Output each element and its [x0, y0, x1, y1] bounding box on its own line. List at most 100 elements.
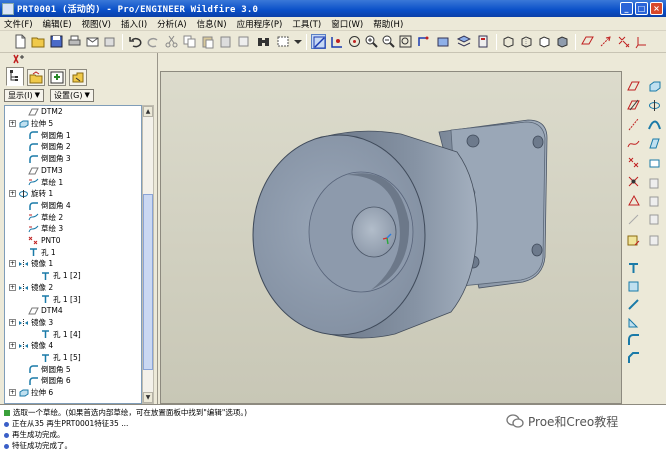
menu-edit[interactable]: 编辑(E) — [43, 18, 72, 30]
no-hidden-icon[interactable] — [537, 34, 552, 49]
send-icon[interactable] — [102, 34, 117, 49]
minimize-button[interactable]: _ — [620, 2, 633, 15]
find-icon[interactable] — [256, 34, 271, 49]
menu-window[interactable]: 窗口(W) — [331, 18, 363, 30]
menu-analysis[interactable]: 分析(A) — [157, 18, 186, 30]
dropdown-arrow-icon[interactable] — [291, 34, 306, 49]
save-icon[interactable] — [49, 34, 64, 49]
model-tree[interactable]: DTM2 + 拉伸 5 倒圆角 1 倒圆角 2 倒圆角 3 DTM3 草绘 1 + 旋转 1 倒圆角… — [4, 105, 142, 404]
expand-toggle-icon[interactable]: + — [9, 318, 16, 326]
menu-view[interactable]: 视图(V) — [82, 18, 111, 30]
expand-toggle-icon[interactable]: + — [9, 189, 16, 197]
tree-item[interactable]: 倒圆角 3 — [5, 153, 141, 165]
scroll-down-icon[interactable]: ▼ — [143, 392, 153, 403]
print-icon[interactable] — [67, 34, 82, 49]
rib-tool-icon[interactable] — [626, 297, 641, 312]
tree-item[interactable]: 孔 1 [3] — [5, 293, 141, 305]
tree-item[interactable]: + 拉伸 5 — [5, 118, 141, 130]
email-icon[interactable] — [85, 34, 100, 49]
expand-toggle-icon[interactable]: + — [9, 388, 16, 396]
tree-item[interactable]: 倒圆角 5 — [5, 363, 141, 375]
settings-menu-button[interactable]: 设置(G) ▼ — [50, 89, 94, 102]
coordinate-systems-icon[interactable] — [634, 34, 649, 49]
tree-item[interactable]: 孔 1 [2] — [5, 270, 141, 282]
curve-icon[interactable] — [626, 136, 641, 151]
tree-item[interactable]: 倒圆角 4 — [5, 200, 141, 212]
tab-model-tree-icon[interactable] — [6, 67, 24, 86]
hole-tool-icon[interactable] — [626, 261, 641, 276]
zoom-out-icon[interactable] — [381, 34, 396, 49]
copy-icon[interactable] — [182, 34, 197, 49]
round-tool-icon[interactable] — [626, 333, 641, 348]
tree-item[interactable]: + 拉伸 6 — [5, 387, 141, 399]
zoom-in-icon[interactable] — [364, 34, 379, 49]
sweep-tool-icon[interactable] — [647, 117, 662, 132]
view-manager-icon[interactable] — [476, 34, 491, 49]
datum-plane-tool-icon[interactable] — [626, 79, 641, 94]
scroll-up-icon[interactable]: ▲ — [143, 106, 153, 117]
tree-scrollbar[interactable]: ▲ ▼ — [142, 105, 154, 404]
draft-tool-icon[interactable] — [626, 315, 641, 330]
trim-tool-icon[interactable] — [647, 194, 662, 209]
maximize-button[interactable]: □ — [635, 2, 648, 15]
tree-item[interactable]: 孔 1 [4] — [5, 328, 141, 340]
tree-item[interactable]: 草绘 3 — [5, 223, 141, 235]
menu-file[interactable]: 文件(F) — [4, 18, 33, 30]
revolve-tool-icon[interactable] — [647, 98, 662, 113]
datum-points-icon[interactable] — [616, 34, 631, 49]
tree-item[interactable]: + 镜像 2 — [5, 282, 141, 294]
tree-item[interactable]: PNT0 — [5, 235, 141, 247]
tab-folder-browser-icon[interactable] — [27, 69, 45, 86]
show-menu-button[interactable]: 显示(I) ▼ — [4, 89, 44, 102]
tab-favorites-icon[interactable] — [48, 69, 66, 86]
shell-tool-icon[interactable] — [626, 279, 641, 294]
tree-item[interactable]: 倒圆角 1 — [5, 129, 141, 141]
blend-tool-icon[interactable] — [647, 136, 662, 151]
open-folder-icon[interactable] — [31, 34, 46, 49]
chamfer-tool-icon[interactable] — [626, 351, 641, 366]
menu-help[interactable]: 帮助(H) — [373, 18, 403, 30]
tree-item[interactable]: DTM4 — [5, 305, 141, 317]
redo-icon[interactable] — [146, 34, 161, 49]
datum-axes-icon[interactable] — [598, 34, 613, 49]
tree-item[interactable]: 倒圆角 2 — [5, 141, 141, 153]
refit-icon[interactable] — [398, 34, 413, 49]
cut-icon[interactable] — [164, 34, 179, 49]
tree-item[interactable]: DTM2 — [5, 106, 141, 118]
paste-special-icon[interactable] — [218, 34, 233, 49]
menu-insert[interactable]: 插入(I) — [121, 18, 147, 30]
orient-mode-icon[interactable] — [330, 34, 345, 49]
graphics-window[interactable] — [160, 71, 622, 404]
style-tool-icon[interactable] — [647, 155, 662, 170]
datum-planes-icon[interactable] — [580, 34, 595, 49]
point-tool-icon[interactable] — [626, 155, 641, 170]
datum-curve-tool-icon[interactable] — [626, 117, 641, 132]
merge-tool-icon[interactable] — [647, 176, 662, 191]
coord-sys-tool-icon[interactable] — [626, 174, 641, 189]
expand-toggle-icon[interactable]: + — [9, 260, 16, 268]
select-box-icon[interactable] — [276, 34, 291, 49]
shading-icon[interactable] — [555, 34, 570, 49]
saved-views-icon[interactable] — [436, 34, 451, 49]
reorient-icon[interactable] — [416, 34, 431, 49]
menu-info[interactable]: 信息(N) — [197, 18, 227, 30]
expand-toggle-icon[interactable]: + — [9, 342, 16, 349]
layers-icon[interactable] — [456, 34, 471, 49]
tree-item[interactable]: + 镜像 3 — [5, 317, 141, 329]
scroll-thumb[interactable] — [143, 194, 153, 370]
tree-item[interactable]: 孔 1 — [5, 246, 141, 258]
hidden-line-icon[interactable] — [519, 34, 534, 49]
select-filter-icon[interactable] — [12, 53, 26, 65]
tree-item[interactable]: 草绘 2 — [5, 211, 141, 223]
pattern-tool-icon[interactable] — [647, 233, 662, 248]
spin-center-icon[interactable] — [347, 34, 362, 49]
tree-item[interactable]: + 镜像 4 — [5, 340, 141, 352]
tree-item[interactable]: 倒圆角 6 — [5, 375, 141, 387]
datum-axis-tool-icon[interactable] — [626, 98, 641, 113]
tree-item[interactable]: + 旋转 1 — [5, 188, 141, 200]
paste-icon[interactable] — [200, 34, 215, 49]
tree-item[interactable]: + 镜像 1 — [5, 258, 141, 270]
expand-toggle-icon[interactable]: + — [9, 119, 16, 127]
tree-item[interactable]: 孔 1 [5] — [5, 352, 141, 364]
sketch-tool-2-icon[interactable] — [626, 233, 641, 248]
